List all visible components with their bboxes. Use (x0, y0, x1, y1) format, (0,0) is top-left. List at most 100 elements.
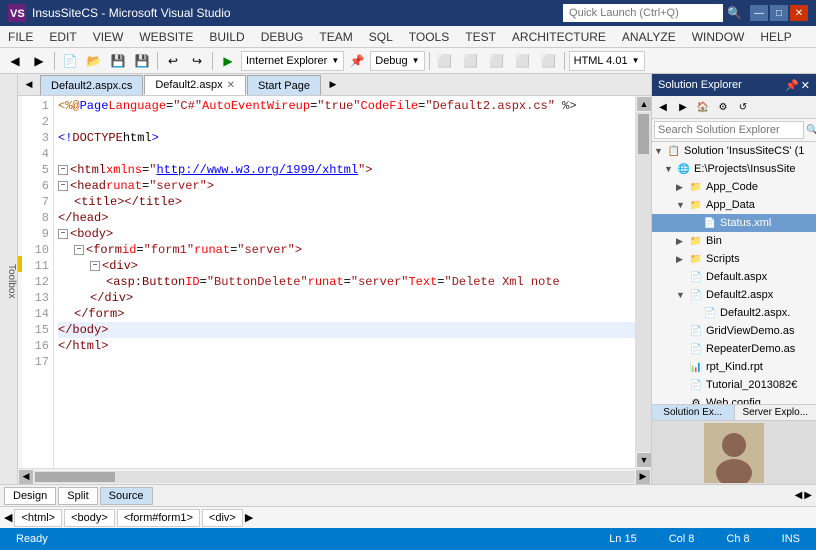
menu-build[interactable]: BUILD (201, 26, 252, 47)
close-button[interactable]: ✕ (790, 5, 808, 21)
nav-prev-icon[interactable]: ◀ (795, 490, 803, 501)
scroll-down-button[interactable]: ▼ (637, 453, 651, 467)
nav-prev-button[interactable]: ◀ (4, 511, 12, 524)
nav-html[interactable]: <html> (14, 509, 62, 527)
html-version-dropdown[interactable]: HTML 4.01 ▼ (569, 51, 645, 71)
status-bar: Ready Ln 15 Col 8 Ch 8 INS (0, 528, 816, 550)
horizontal-scrollbar[interactable]: ◀ ▶ (18, 468, 651, 484)
tree-status-xml[interactable]: 📄 Status.xml (652, 214, 816, 232)
server-explorer-tab[interactable]: Server Explo... (735, 405, 816, 420)
scroll-thumb[interactable] (638, 114, 649, 154)
collapse-6[interactable]: − (58, 181, 68, 191)
tree-app-data[interactable]: ▼ 📁 App_Data (652, 196, 816, 214)
debug-dropdown[interactable]: Debug ▼ (370, 51, 424, 71)
se-home-button[interactable]: 🏠 (694, 98, 712, 116)
menu-test[interactable]: TEST (457, 26, 504, 47)
redo-button[interactable]: ↪ (186, 50, 208, 72)
nav-div[interactable]: <div> (202, 509, 243, 527)
scroll-left-button[interactable]: ◀ (19, 470, 33, 484)
tabs-scroll-left[interactable]: ◀ (18, 74, 40, 95)
menu-window[interactable]: WINDOW (684, 26, 753, 47)
toolbar-extra-2[interactable]: ⬜ (460, 50, 482, 72)
nav-body[interactable]: <body> (64, 509, 115, 527)
se-refresh-button[interactable]: ↺ (734, 98, 752, 116)
toolbox-panel[interactable]: Toolbox (0, 74, 18, 484)
se-close-icon[interactable]: ✕ (801, 79, 810, 92)
undo-button[interactable]: ↩ (162, 50, 184, 72)
split-tab[interactable]: Split (58, 487, 97, 505)
tree-solution[interactable]: ▼ 📋 Solution 'InsusSiteCS' (1 (652, 142, 816, 160)
minimize-button[interactable]: — (750, 5, 768, 21)
tree-default2-aspx[interactable]: ▼ 📄 Default2.aspx (652, 286, 816, 304)
tree-project[interactable]: ▼ 🌐 E:\Projects\InsusSite (652, 160, 816, 178)
se-title: Solution Explorer (658, 79, 742, 91)
save-button[interactable]: 💾 (107, 50, 129, 72)
tree-rpt[interactable]: 📊 rpt_Kind.rpt (652, 358, 816, 376)
attach-button[interactable]: 📌 (346, 50, 368, 72)
menu-edit[interactable]: EDIT (41, 26, 84, 47)
tab-default2-cs[interactable]: Default2.aspx.cs (40, 75, 143, 95)
scroll-up-button[interactable]: ▲ (637, 97, 651, 111)
tab-start-page[interactable]: Start Page (247, 75, 321, 95)
menu-file[interactable]: FILE (0, 26, 41, 47)
forward-button[interactable]: ▶ (28, 50, 50, 72)
tree-default2-cs[interactable]: 📄 Default2.aspx. (652, 304, 816, 322)
tree-app-code[interactable]: ▶ 📁 App_Code (652, 178, 816, 196)
toolbar-extra-1[interactable]: ⬜ (434, 50, 456, 72)
tree-gridview[interactable]: 📄 GridViewDemo.as (652, 322, 816, 340)
nav-next-icon[interactable]: ▶ (804, 490, 812, 501)
quick-launch-input[interactable] (563, 4, 723, 22)
default2-aspx-icon: 📄 (688, 288, 704, 302)
collapse-5[interactable]: − (58, 165, 68, 175)
menu-debug[interactable]: DEBUG (253, 26, 312, 47)
tree-label-rpt: rpt_Kind.rpt (706, 361, 763, 373)
tab-close-icon[interactable]: ✕ (227, 80, 235, 91)
collapse-10[interactable]: − (74, 245, 84, 255)
menu-architecture[interactable]: ARCHITECTURE (504, 26, 614, 47)
browser-label: Internet Explorer (246, 55, 327, 67)
code-editor[interactable]: 1 2 3 4 5 6 7 8 9 10 11 12 13 14 15 16 1… (18, 96, 651, 468)
se-back-button[interactable]: ◀ (654, 98, 672, 116)
collapse-9[interactable]: − (58, 229, 68, 239)
tree-scripts[interactable]: ▶ 📁 Scripts (652, 250, 816, 268)
menu-sql[interactable]: SQL (361, 26, 401, 47)
vertical-scrollbar[interactable]: ▲ ▼ (635, 96, 651, 468)
menu-help[interactable]: HELP (752, 26, 799, 47)
menu-analyze[interactable]: ANALYZE (614, 26, 684, 47)
solution-explorer-tab[interactable]: Solution Ex... (652, 405, 735, 420)
tree-repeater[interactable]: 📄 RepeaterDemo.as (652, 340, 816, 358)
back-button[interactable]: ◀ (4, 50, 26, 72)
tab-default2-aspx[interactable]: Default2.aspx ✕ (144, 75, 246, 95)
menu-team[interactable]: TEAM (311, 26, 360, 47)
menu-tools[interactable]: TOOLS (401, 26, 457, 47)
toolbar-extra-3[interactable]: ⬜ (486, 50, 508, 72)
tree-webconfig[interactable]: ⚙ Web.config (652, 394, 816, 404)
collapse-11[interactable]: − (90, 261, 100, 271)
se-search-input[interactable] (654, 121, 804, 139)
tree-default-aspx[interactable]: 📄 Default.aspx (652, 268, 816, 286)
browser-dropdown[interactable]: Internet Explorer ▼ (241, 51, 344, 71)
save-all-button[interactable]: 💾 (131, 50, 153, 72)
open-button[interactable]: 📂 (83, 50, 105, 72)
scroll-right-button[interactable]: ▶ (636, 470, 650, 484)
design-tab[interactable]: Design (4, 487, 56, 505)
nav-next-button[interactable]: ▶ (245, 511, 253, 524)
source-tab[interactable]: Source (100, 487, 153, 505)
maximize-button[interactable]: □ (770, 5, 788, 21)
se-forward-button[interactable]: ▶ (674, 98, 692, 116)
toolbar-extra-5[interactable]: ⬜ (538, 50, 560, 72)
menu-view[interactable]: VIEW (85, 26, 132, 47)
toolbar-extra-4[interactable]: ⬜ (512, 50, 534, 72)
new-file-button[interactable]: 📄 (59, 50, 81, 72)
tree-tutorial[interactable]: 📄 Tutorial_2013082€ (652, 376, 816, 394)
se-toolbar: ◀ ▶ 🏠 ⚙ ↺ (652, 96, 816, 119)
se-settings-button[interactable]: ⚙ (714, 98, 732, 116)
tree-arrow-default2: ▼ (676, 290, 688, 300)
menu-website[interactable]: WEBSITE (131, 26, 201, 47)
tabs-scroll-right[interactable]: ▶ (322, 74, 344, 95)
se-pin-icon[interactable]: 📌 (785, 79, 799, 92)
h-scroll-thumb[interactable] (35, 472, 115, 482)
run-button[interactable]: ▶ (217, 50, 239, 72)
tree-bin[interactable]: ▶ 📁 Bin (652, 232, 816, 250)
nav-form[interactable]: <form#form1> (117, 509, 200, 527)
